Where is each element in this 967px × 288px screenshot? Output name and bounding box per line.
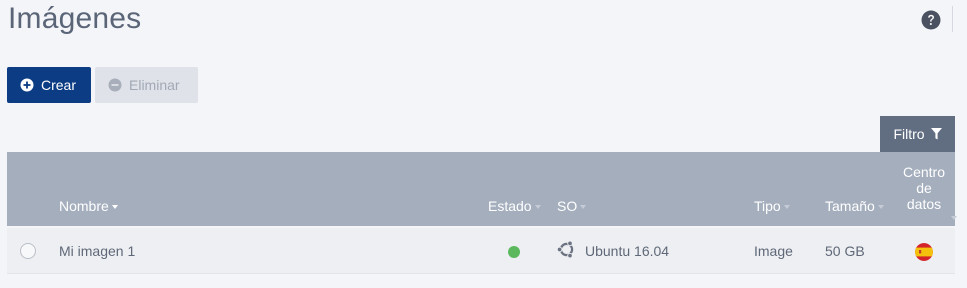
filter-button[interactable]: Filtro [880,116,955,152]
row-size: 50 GB [825,243,865,259]
column-header-datacenter-label-2: de [916,180,932,196]
table-row[interactable]: Mi imagen 1 Ubuntu 16.04 Image 50 GB [7,228,955,274]
sort-caret-icon [951,216,957,220]
sort-caret-icon [534,205,541,210]
column-header-name[interactable]: Nombre [59,198,118,214]
column-header-datacenter[interactable]: Centro de datos [900,164,957,220]
create-button-label: Crear [41,77,77,93]
column-header-status[interactable]: Estado [488,198,541,214]
row-name[interactable]: Mi imagen 1 [59,243,135,259]
header-divider [952,6,953,32]
question-circle-icon[interactable] [921,10,941,30]
column-header-os-label: SO [557,198,578,214]
column-header-os[interactable]: SO [557,198,587,214]
status-indicator [508,246,520,258]
delete-button[interactable]: Eliminar [95,67,198,103]
column-header-datacenter-label-3: datos [906,196,942,212]
sort-caret-icon [783,205,790,210]
sort-caret-icon [877,205,884,210]
column-header-type-label: Tipo [754,198,781,214]
sort-caret-icon [580,205,587,210]
column-header-type[interactable]: Tipo [754,198,790,214]
filter-button-label: Filtro [893,126,925,142]
column-header-size-label: Tamaño [825,198,875,214]
column-header-size[interactable]: Tamaño [825,198,884,214]
page-title: Imágenes [8,2,142,35]
images-page: Imágenes Crear Eliminar Filtro Nombre Es… [0,0,967,288]
create-button[interactable]: Crear [7,67,91,103]
row-os: Ubuntu 16.04 [585,243,670,259]
ubuntu-icon [556,240,574,259]
column-header-status-label: Estado [488,198,532,214]
plus-circle-icon [20,78,34,92]
spain-flag-icon [915,243,933,261]
row-type: Image [754,243,793,259]
column-header-datacenter-label-1: Centro [902,164,946,180]
sort-caret-icon [111,205,118,210]
delete-button-label: Eliminar [129,77,180,93]
row-select-radio[interactable] [20,243,36,259]
minus-circle-icon [108,78,122,92]
column-header-name-label: Nombre [59,198,109,214]
funnel-icon [930,128,942,140]
table-header: Nombre Estado SO Tipo Tamaño Centro de d… [7,152,957,226]
